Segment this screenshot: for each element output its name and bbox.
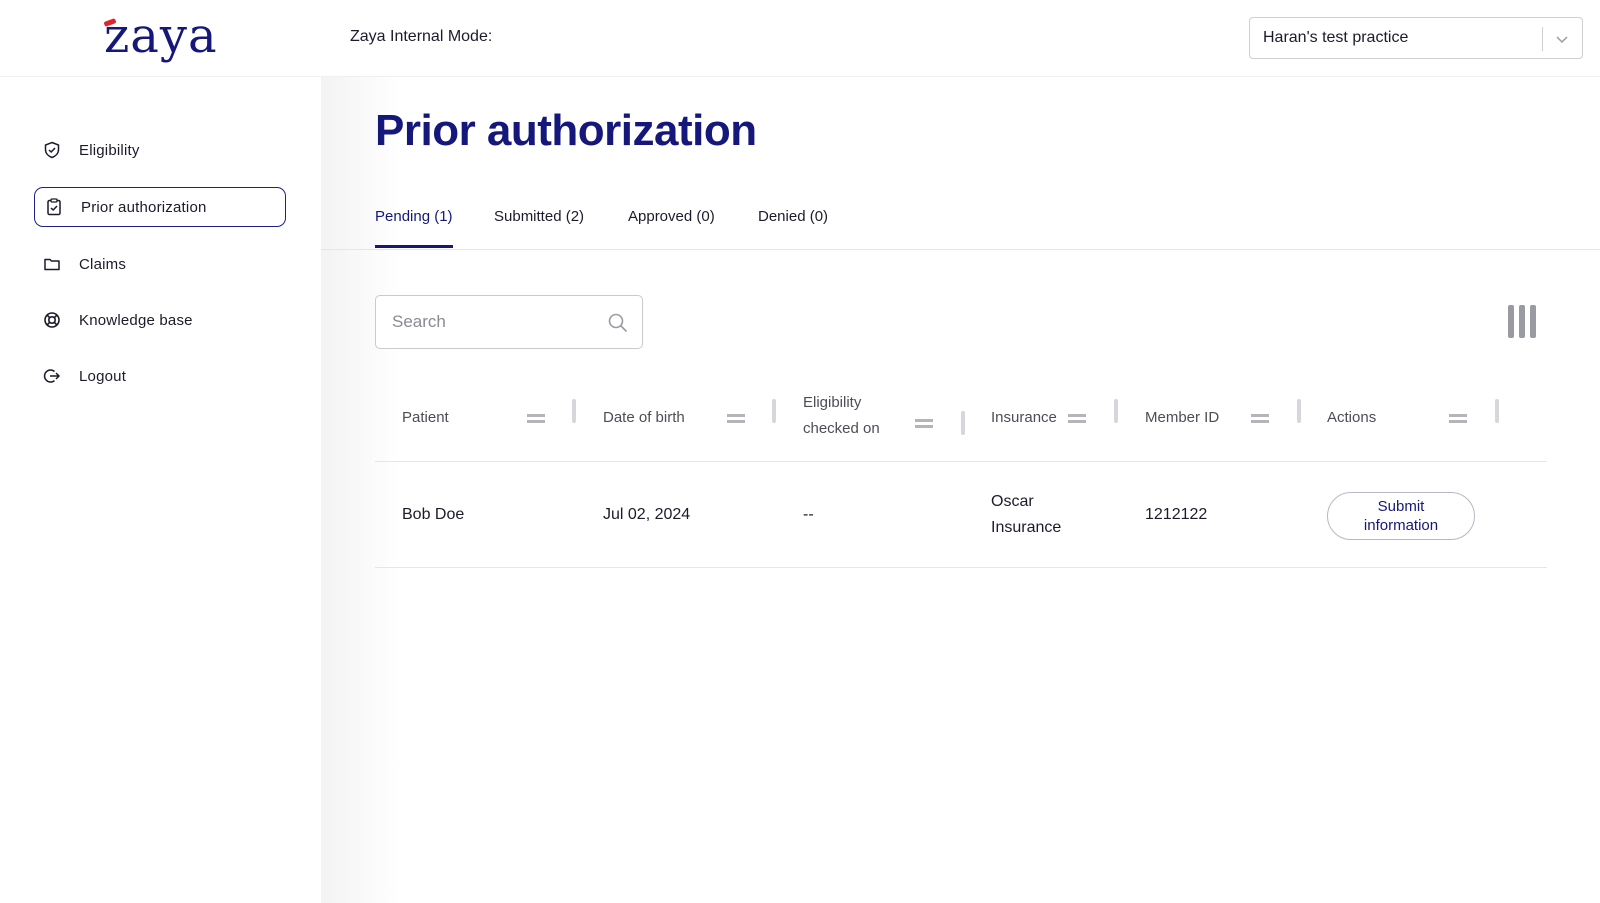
- column-label: Actions: [1327, 409, 1377, 426]
- zaya-logo[interactable]: zaya: [104, 6, 218, 66]
- columns-icon[interactable]: [1508, 305, 1540, 341]
- table-header: Patient Date of birth Eligibility checke…: [375, 386, 1547, 462]
- column-header-date-of-birth[interactable]: Date of birth: [575, 386, 776, 462]
- cell-date-of-birth: Jul 02, 2024: [603, 506, 691, 523]
- tab-pending[interactable]: Pending (1): [375, 208, 453, 248]
- sidebar-item-label: Prior authorization: [81, 198, 207, 216]
- tab-submitted[interactable]: Submitted (2): [494, 208, 584, 245]
- column-menu-icon[interactable]: [1449, 414, 1467, 424]
- sidebar-item-eligibility[interactable]: Eligibility: [34, 130, 286, 170]
- sidebar-item-logout[interactable]: Logout: [34, 356, 286, 396]
- cell-insurance-line1: Oscar: [991, 493, 1034, 510]
- submit-button-line2: information: [1363, 517, 1439, 534]
- practice-select-value: Haran's test practice: [1263, 29, 1409, 46]
- table-row[interactable]: Bob Doe Jul 02, 2024 -- Oscar Insurance …: [375, 462, 1547, 568]
- cell-member-id: 1212122: [1145, 506, 1208, 523]
- logout-icon: [42, 366, 62, 386]
- column-header-patient[interactable]: Patient: [375, 386, 576, 462]
- top-bar: Zaya Internal Mode: Haran's test practic…: [321, 0, 1600, 77]
- status-tabs: Pending (1) Submitted (2) Approved (0) D…: [321, 196, 1600, 250]
- columns-icon-bar: [1519, 305, 1525, 338]
- sidebar-item-prior-authorization[interactable]: Prior authorization: [34, 187, 286, 227]
- clipboard-check-icon: [44, 197, 64, 217]
- tab-denied[interactable]: Denied (0): [758, 208, 828, 245]
- search-icon[interactable]: [607, 312, 629, 334]
- search-box: [375, 295, 643, 349]
- sidebar-item-label: Logout: [79, 367, 127, 385]
- shield-check-icon: [42, 140, 62, 160]
- practice-select[interactable]: Haran's test practice: [1249, 17, 1583, 59]
- sidebar: zaya Eligibility Prior authorization Cla…: [0, 0, 321, 903]
- column-header-member-id[interactable]: Member ID: [1118, 386, 1301, 462]
- cell-eligibility-checked-on: --: [803, 506, 814, 523]
- column-menu-icon[interactable]: [915, 419, 933, 429]
- sidebar-item-knowledge-base[interactable]: Knowledge base: [34, 300, 286, 340]
- column-header-actions[interactable]: Actions: [1301, 386, 1506, 462]
- columns-icon-bar: [1530, 305, 1536, 338]
- column-label-line2: checked on: [803, 420, 880, 437]
- logo-area: zaya: [0, 0, 321, 77]
- sidebar-item-claims[interactable]: Claims: [34, 244, 286, 284]
- sidebar-item-label: Knowledge base: [79, 311, 193, 329]
- chevron-down-icon[interactable]: [1553, 30, 1571, 48]
- folder-icon: [42, 254, 62, 274]
- authorizations-table: Patient Date of birth Eligibility checke…: [375, 386, 1547, 568]
- internal-mode-label: Zaya Internal Mode:: [350, 28, 493, 45]
- column-menu-icon[interactable]: [527, 414, 545, 424]
- select-divider: [1542, 27, 1543, 51]
- tab-approved[interactable]: Approved (0): [628, 208, 715, 245]
- search-input[interactable]: [392, 312, 592, 332]
- lifebuoy-icon: [42, 310, 62, 330]
- cell-insurance-line2: Insurance: [991, 519, 1062, 536]
- submit-button-label: Submit information: [1364, 497, 1438, 535]
- page-title: Prior authorization: [375, 106, 757, 155]
- columns-icon-bar: [1508, 305, 1514, 338]
- submit-information-button[interactable]: Submit information: [1327, 492, 1475, 540]
- column-label: Patient: [402, 409, 449, 426]
- column-menu-icon[interactable]: [727, 414, 745, 424]
- column-label: Date of birth: [603, 409, 685, 426]
- column-label: Member ID: [1145, 409, 1220, 426]
- column-header-insurance[interactable]: Insurance: [964, 386, 1118, 462]
- sidebar-item-label: Claims: [79, 255, 127, 273]
- column-label: Insurance: [991, 409, 1057, 426]
- column-header-eligibility-checked-on[interactable]: Eligibility checked on: [775, 386, 965, 462]
- submit-button-line1: Submit: [1377, 498, 1425, 515]
- column-menu-icon[interactable]: [1251, 414, 1269, 424]
- cell-patient: Bob Doe: [402, 506, 465, 523]
- column-menu-icon[interactable]: [1068, 414, 1086, 424]
- sidebar-item-label: Eligibility: [79, 141, 140, 159]
- column-label-line1: Eligibility: [803, 394, 862, 411]
- column-resize-handle[interactable]: [1495, 399, 1499, 423]
